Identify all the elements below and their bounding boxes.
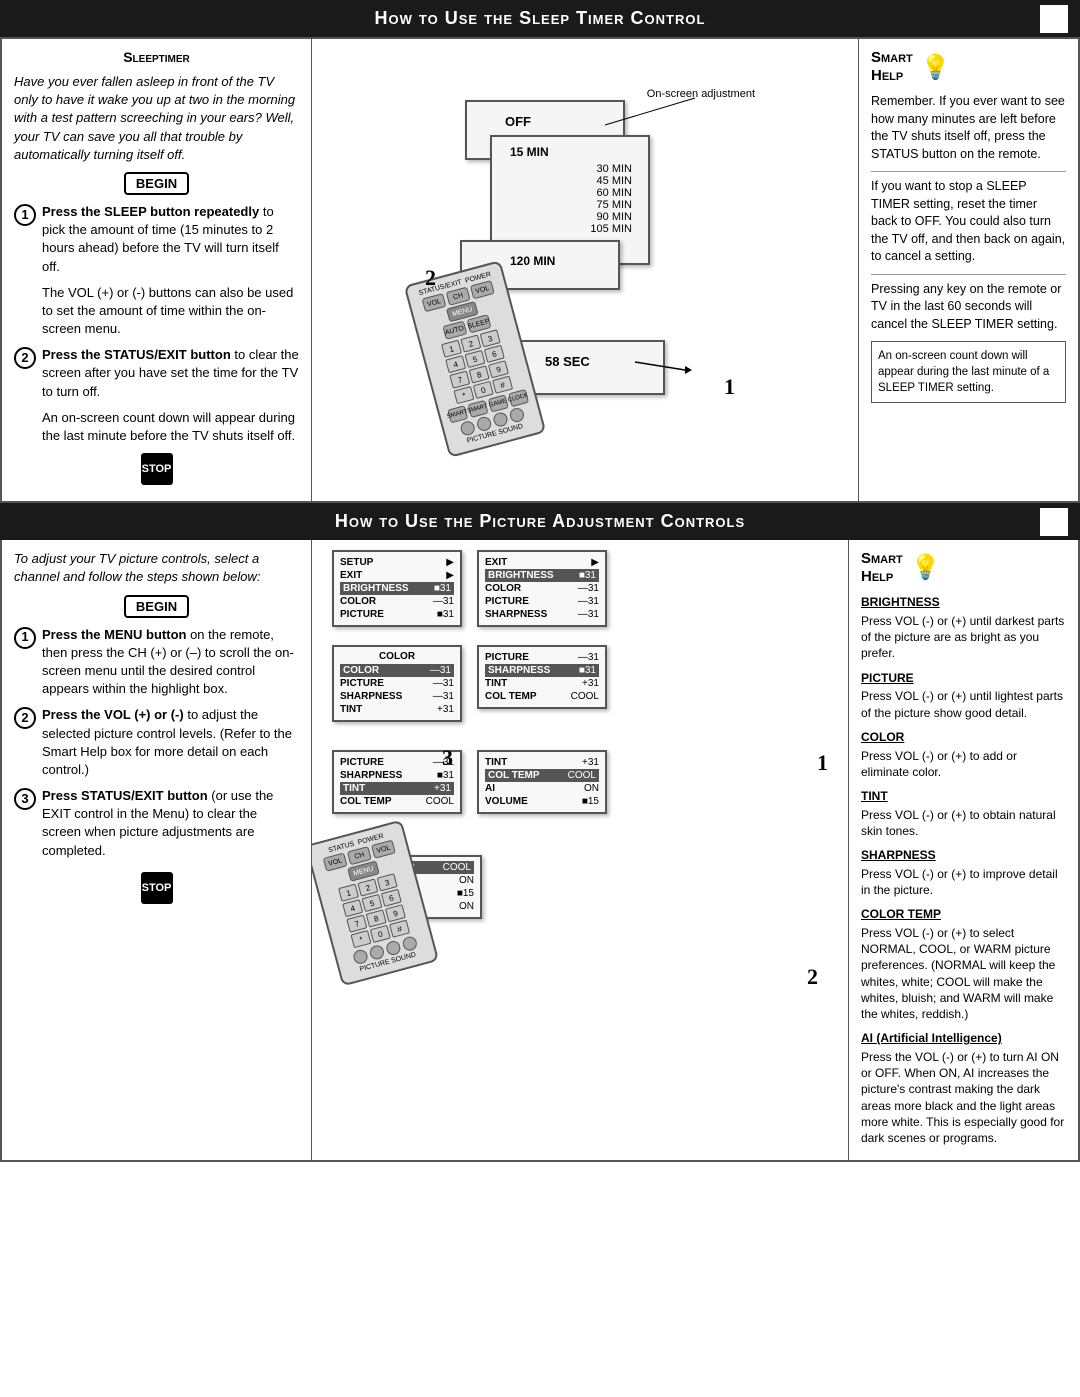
s2-step2-text: Press the VOL (+) or (-) to adjust the s… — [42, 706, 299, 779]
smart-help-para1: Remember. If you ever want to see how ma… — [871, 93, 1066, 163]
section2-right-panel: SmartHelp 💡 BRIGHTNESS Press VOL (-) or … — [848, 540, 1078, 1160]
s2-step2: 2 Press the VOL (+) or (-) to adjust the… — [14, 706, 299, 779]
section2-left-panel: To adjust your TV picture controls, sele… — [2, 540, 312, 1160]
tv-illustration: On-screen adjustment OFF 15 MIN 30 MIN 4… — [405, 80, 765, 460]
sleeptimer-title: Sleeptimer — [14, 49, 299, 65]
ai-text: Press the VOL (-) or (+) to turn AI ON o… — [861, 1049, 1066, 1146]
step1: 1 Press the SLEEP button repeatedly to p… — [14, 203, 299, 276]
menu-card-3: COLOR COLOR—31 PICTURE—31 SHARPNESS—31 T… — [332, 645, 462, 722]
menu-card-1: SETUP▶ EXIT▶ BRIGHTNESS■31 COLOR—31 PICT… — [332, 550, 462, 627]
s2-step1-text: Press the MENU button on the remote, the… — [42, 626, 299, 699]
s2-step1-num: 1 — [14, 627, 36, 649]
smart-help-para3: Pressing any key on the remote or TV in … — [871, 281, 1066, 334]
step1-label-img: 1 — [724, 374, 735, 400]
stop-button[interactable]: STOP — [141, 453, 173, 485]
colortemp-term: COLOR TEMP — [861, 906, 1066, 923]
sharpness-text: Press VOL (-) or (+) to improve detail i… — [861, 866, 1066, 898]
section1-title: How to Use the Sleep Timer Control — [375, 8, 706, 28]
section2-intro: To adjust your TV picture controls, sele… — [14, 550, 299, 586]
corner-box2 — [1040, 508, 1068, 536]
section2-header: How to Use the Picture Adjustment Contro… — [0, 503, 1080, 540]
s2-step3: 3 Press STATUS/EXIT button (or use the E… — [14, 787, 299, 860]
s2-step1: 1 Press the MENU button on the remote, t… — [14, 626, 299, 699]
tint-text: Press VOL (-) or (+) to obtain natural s… — [861, 807, 1066, 839]
section1-right-panel: SmartHelp 💡 Remember. If you ever want t… — [858, 39, 1078, 501]
s2-smart-help-header: SmartHelp 💡 — [861, 550, 1066, 586]
begin-button2[interactable]: BEGIN — [124, 595, 189, 618]
brightness-term: BRIGHTNESS — [861, 594, 1066, 611]
corner-box — [1040, 5, 1068, 33]
section1-content: Sleeptimer Have you ever fallen asleep i… — [0, 37, 1080, 503]
step2: 2 Press the STATUS/EXIT button to clear … — [14, 346, 299, 401]
stop-button2[interactable]: STOP — [141, 872, 173, 904]
section2-middle-panel: SETUP▶ EXIT▶ BRIGHTNESS■31 COLOR—31 PICT… — [312, 540, 848, 1040]
s2-step3-text: Press STATUS/EXIT button (or use the EXI… — [42, 787, 299, 860]
s2-step3-label: 3 — [442, 745, 453, 771]
picture-text: Press VOL (-) or (+) until lightest part… — [861, 688, 1066, 720]
s2-step2-label: 2 — [807, 964, 818, 990]
color-term: COLOR — [861, 729, 1066, 746]
section1-header: How to Use the Sleep Timer Control — [0, 0, 1080, 37]
section1-left-panel: Sleeptimer Have you ever fallen asleep i… — [2, 39, 312, 501]
menu-card-2: EXIT▶ BRIGHTNESS■31 COLOR—31 PICTURE—31 … — [477, 550, 607, 627]
step2-extra: An on-screen count down will appear duri… — [42, 409, 299, 445]
onscreen-label: On-screen adjustment — [647, 88, 755, 100]
bulb-icon: 💡 — [921, 53, 951, 82]
note-box: An on-screen count down will appear duri… — [871, 341, 1066, 403]
s2-bulb-icon: 💡 — [911, 551, 941, 585]
section2-content: To adjust your TV picture controls, sele… — [0, 540, 1080, 1162]
section1-middle-panel: On-screen adjustment OFF 15 MIN 30 MIN 4… — [312, 39, 858, 501]
s2-step3-num: 3 — [14, 788, 36, 810]
step2-text: Press the STATUS/EXIT button to clear th… — [42, 346, 299, 401]
step1-extra: The VOL (+) or (-) buttons can also be u… — [42, 284, 299, 339]
color-text: Press VOL (-) or (+) to add or eliminate… — [861, 748, 1066, 780]
smart-help-title: SmartHelp — [871, 49, 913, 85]
remote2-illustration: STATUS POWER VOL CH VOL MENU 123 456 789… — [312, 820, 439, 987]
step1-num: 1 — [14, 204, 36, 226]
brightness-text: Press VOL (-) or (+) until darkest parts… — [861, 613, 1066, 662]
smart-help-header: SmartHelp 💡 — [871, 49, 1066, 85]
smart-help-para2: If you want to stop a SLEEP TIMER settin… — [871, 178, 1066, 266]
ai-term: AI (Artificial Intelligence) — [861, 1030, 1066, 1047]
tint-term: TINT — [861, 788, 1066, 805]
begin-button[interactable]: BEGIN — [124, 172, 189, 195]
colortemp-text: Press VOL (-) or (+) to select NORMAL, C… — [861, 925, 1066, 1022]
picture-term: PICTURE — [861, 670, 1066, 687]
menu-card-6: TINT+31 COL TEMPCOOL AION VOLUME■15 — [477, 750, 607, 814]
step2-label: 2 — [425, 265, 436, 291]
s2-step2-num: 2 — [14, 707, 36, 729]
sleeptimer-intro: Have you ever fallen asleep in front of … — [14, 73, 299, 164]
s2-step1-label-img: 1 — [817, 750, 828, 776]
step2-num: 2 — [14, 347, 36, 369]
step1-text: Press the SLEEP button repeatedly to pic… — [42, 203, 299, 276]
s2-smart-help-title: SmartHelp — [861, 550, 903, 586]
menu-card-4: PICTURE—31 SHARPNESS■31 TINT+31 COL TEMP… — [477, 645, 607, 709]
section2-title: How to Use the Picture Adjustment Contro… — [335, 511, 745, 531]
sharpness-term: SHARPNESS — [861, 847, 1066, 864]
